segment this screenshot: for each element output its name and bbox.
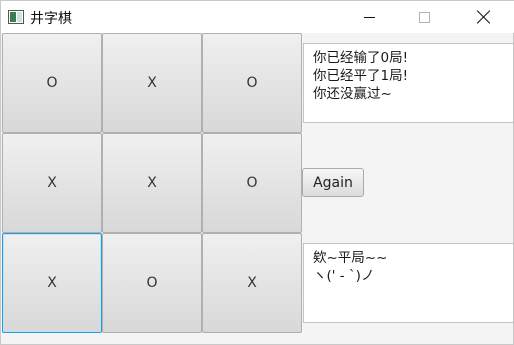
- stats-text-area[interactable]: 你已经输了0局! 你已经平了1局! 你还没赢过~: [303, 43, 514, 123]
- app-window: 井字棋 O X O X X O X O X 你已经输了0局! 你已经平了1局! …: [0, 0, 514, 345]
- window-title: 井字棋: [30, 11, 72, 27]
- stats-line-draws: 你已经平了1局!: [313, 68, 409, 84]
- board-cell-1[interactable]: O: [2, 33, 102, 133]
- message-line-1: 欸~平局~~: [313, 250, 388, 266]
- board-cell-8[interactable]: O: [102, 233, 202, 333]
- message-line-2: ヽ(' - `)ノ: [313, 268, 375, 284]
- board-cell-6[interactable]: O: [202, 133, 302, 233]
- message-text-area[interactable]: 欸~平局~~ ヽ(' - `)ノ: [303, 243, 514, 323]
- board-cell-5[interactable]: X: [102, 133, 202, 233]
- again-button[interactable]: Again: [302, 168, 364, 197]
- maximize-icon: [418, 11, 430, 23]
- board-cell-4[interactable]: X: [2, 133, 102, 233]
- tic-tac-toe-board: O X O X X O X O X: [2, 33, 302, 333]
- stats-line-wins: 你还没赢过~: [313, 86, 392, 102]
- stats-line-losses: 你已经输了0局!: [313, 50, 409, 66]
- minimize-button[interactable]: [346, 1, 392, 33]
- app-window-icon: [8, 10, 24, 24]
- close-button[interactable]: [461, 1, 507, 33]
- board-cell-9[interactable]: X: [202, 233, 302, 333]
- board-cell-2[interactable]: X: [102, 33, 202, 133]
- board-cell-3[interactable]: O: [202, 33, 302, 133]
- board-cell-7[interactable]: X: [2, 233, 102, 333]
- maximize-button[interactable]: [401, 1, 447, 33]
- minimize-icon: [363, 16, 375, 18]
- title-bar[interactable]: 井字棋: [1, 1, 514, 33]
- close-icon: [477, 10, 491, 24]
